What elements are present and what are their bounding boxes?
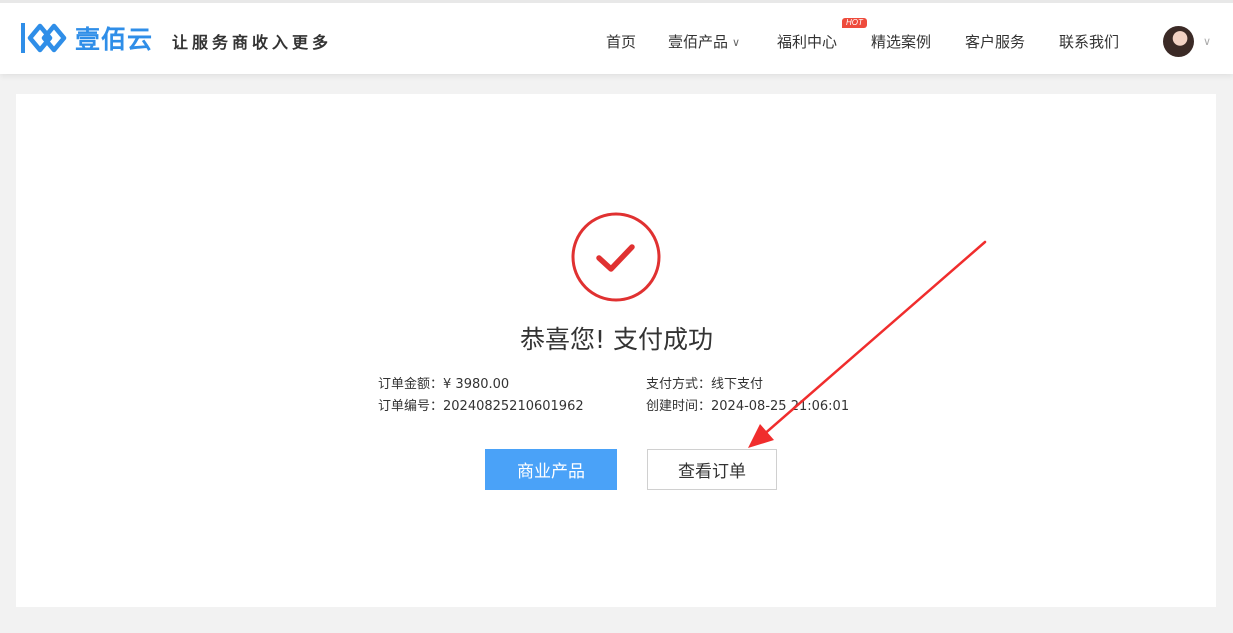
order-number-label: 订单编号： — [378, 399, 444, 414]
logo-text: 壹佰云 — [75, 25, 154, 54]
view-order-button[interactable]: 查看订单 — [647, 449, 777, 490]
nav-cases[interactable]: 精选案例 — [871, 31, 931, 52]
avatar[interactable] — [1163, 26, 1194, 57]
created-time-value: 2024-08-25 21:06:01 — [711, 399, 850, 414]
order-number-value: 20240825210601962 — [443, 399, 584, 414]
nav-service[interactable]: 客户服务 — [965, 31, 1025, 52]
order-amount-label: 订单金额： — [378, 377, 444, 392]
order-number: 订单编号：20240825210601962 — [378, 395, 584, 414]
payment-method: 支付方式：线下支付 — [646, 373, 763, 392]
nav-products[interactable]: 壹佰产品 ∨ — [668, 31, 740, 52]
order-amount-value: ¥ 3980.00 — [443, 377, 510, 392]
top-header: 壹佰云 让服务商收入更多 首页 壹佰产品 ∨ 福利中心 HOT 精选案例 客户服务… — [0, 0, 1233, 74]
payment-method-value: 线下支付 — [711, 377, 764, 392]
nav-contact[interactable]: 联系我们 — [1059, 31, 1119, 52]
created-time: 创建时间：2024-08-25 21:06:01 — [646, 395, 849, 414]
nav-products-label: 壹佰产品 — [668, 33, 729, 51]
created-time-label: 创建时间： — [646, 399, 712, 414]
brand-logo[interactable]: 壹佰云 — [20, 20, 153, 56]
order-amount: 订单金额：¥ 3980.00 — [378, 373, 509, 392]
nav-welfare[interactable]: 福利中心 — [777, 31, 837, 52]
check-circle-icon — [571, 212, 661, 302]
payment-method-label: 支付方式： — [646, 377, 712, 392]
chevron-down-icon[interactable]: ∨ — [1203, 35, 1211, 48]
business-products-button[interactable]: 商业产品 — [485, 449, 617, 490]
page-title: 恭喜您! 支付成功 — [520, 325, 713, 354]
hot-badge: HOT — [842, 18, 867, 28]
slogan: 让服务商收入更多 — [172, 33, 333, 52]
chevron-down-icon: ∨ — [732, 36, 741, 49]
nav-home[interactable]: 首页 — [606, 31, 636, 52]
logo-icon — [21, 23, 67, 53]
